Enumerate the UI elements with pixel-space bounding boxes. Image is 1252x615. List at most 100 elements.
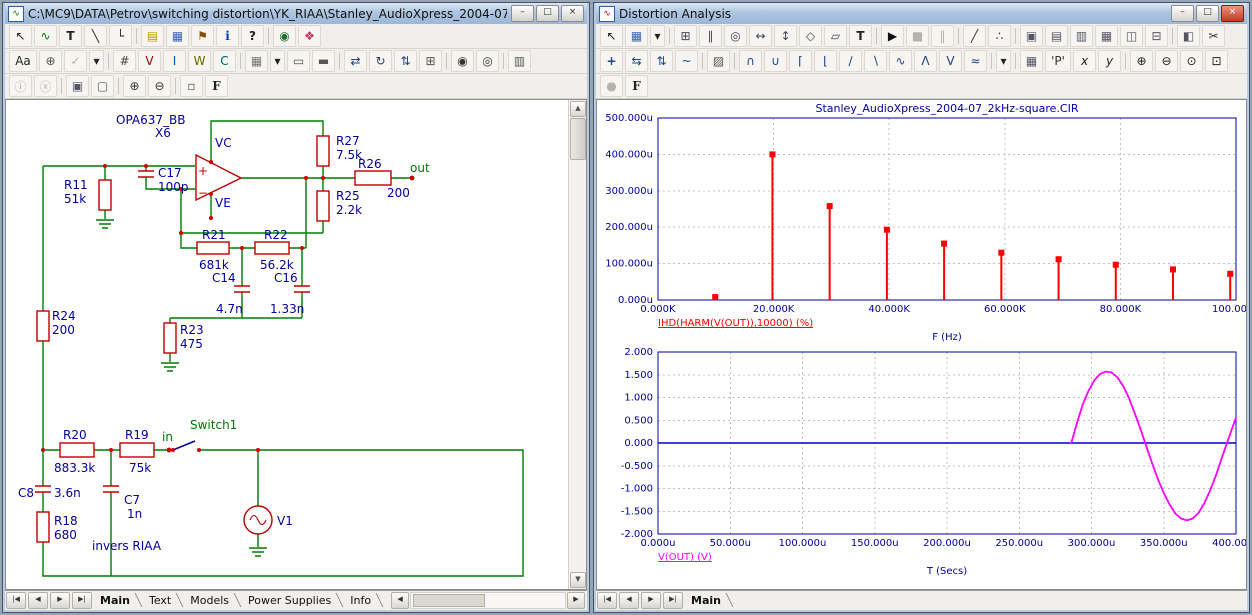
tab-nav-button-2[interactable]: ▶ [641, 592, 661, 609]
part-labels[interactable]: OPA637_BB X6 VC VE + − R27 7.5k R26 200 … [18, 113, 430, 553]
node-numbers-icon[interactable]: # [113, 50, 136, 72]
split-vertical-icon[interactable]: ⊟ [1145, 25, 1168, 47]
help-mode-icon[interactable]: ? [241, 25, 264, 47]
step-region-icon[interactable]: ⊞ [419, 50, 442, 72]
new-page-icon[interactable]: ▢ [91, 75, 114, 97]
rise-icon[interactable]: ∕ [839, 50, 862, 72]
inflection-icon[interactable]: ∿ [889, 50, 912, 72]
capacitor-C7[interactable] [103, 486, 119, 492]
zoom-auto-icon[interactable]: ⊙ [1180, 50, 1203, 72]
tab-nav-button-0[interactable]: |◀ [597, 592, 617, 609]
schematic-titlebar[interactable]: ∿ C:\MC9\DATA\Petrov\switching distortio… [5, 3, 587, 24]
comment-icon[interactable]: ▤ [141, 25, 164, 47]
plot-properties-icon[interactable]: ▣ [1020, 25, 1043, 47]
capacitor-C17[interactable] [138, 171, 154, 177]
currents-icon[interactable]: I [163, 50, 186, 72]
stop-circle-icon[interactable]: ● [600, 75, 623, 97]
pin-attributes-icon[interactable]: ⊕ [39, 50, 62, 72]
low-icon[interactable]: ⌊ [814, 50, 837, 72]
restore-button[interactable]: □ [1196, 5, 1219, 22]
capacitor-C14[interactable] [234, 286, 250, 292]
waveform-plot-area[interactable]: 0.000K20.000K40.000K60.000K80.000K100.00… [596, 99, 1247, 590]
tab-power-supplies[interactable]: Power Supplies [241, 591, 343, 610]
peak-icon[interactable]: ∩ [739, 50, 762, 72]
restore-button[interactable]: □ [536, 5, 559, 22]
resistor-R22[interactable] [255, 242, 289, 254]
period-icon[interactable]: ≈ [964, 50, 987, 72]
tag-vertical-icon[interactable]: ⇅ [650, 50, 673, 72]
info-page-icon[interactable]: ⓘ [9, 75, 32, 97]
tab-text[interactable]: Text [142, 591, 183, 610]
graph-object-icon[interactable]: ▦ [166, 25, 189, 47]
ortho-wire-icon[interactable]: └ [109, 25, 132, 47]
find-icon[interactable]: ◉ [451, 50, 474, 72]
analysis-titlebar[interactable]: ∿ Distortion Analysis – □ × [596, 3, 1247, 24]
node-voltages-icon[interactable]: V [138, 50, 161, 72]
point-tag-icon[interactable]: ◎ [724, 25, 747, 47]
global-high-icon[interactable]: Λ [914, 50, 937, 72]
checker-icon[interactable]: ▨ [707, 50, 730, 72]
wire-mode-icon[interactable]: ∿ [34, 25, 57, 47]
scroll-up-button[interactable]: ▲ [570, 101, 586, 117]
font-attributes-icon[interactable]: Aa [9, 50, 37, 72]
rotate-icon[interactable]: ↻ [369, 50, 392, 72]
picture-icon[interactable]: ❖ [298, 25, 321, 47]
cursor-mode-icon[interactable]: ∥ [699, 25, 722, 47]
zoom-out-icon[interactable]: ⊖ [1155, 50, 1178, 72]
text-mode-icon[interactable]: T [849, 25, 872, 47]
mirror-horizontal-icon[interactable]: ⇄ [344, 50, 367, 72]
minimize-button[interactable]: – [1171, 5, 1194, 22]
numeric-output-icon[interactable]: ▥ [1070, 25, 1093, 47]
wires[interactable] [43, 121, 523, 576]
resistor-R18[interactable] [37, 512, 49, 542]
zoom-out-icon[interactable]: ⊖ [148, 75, 171, 97]
resistor-R24[interactable] [37, 311, 49, 341]
grid-dropdown-icon[interactable]: ▾ [270, 50, 285, 72]
flag-icon[interactable]: ⚑ [191, 25, 214, 47]
tab-models[interactable]: Models [183, 591, 241, 610]
tab-main[interactable]: Main [93, 591, 142, 610]
stop-icon[interactable]: ■ [906, 25, 929, 47]
horizontal-scroll-track[interactable] [410, 592, 566, 609]
border-icon[interactable]: ▭ [287, 50, 310, 72]
resistor-R20[interactable] [60, 443, 94, 457]
font-icon[interactable]: F [205, 75, 228, 97]
high-icon[interactable]: ⌈ [789, 50, 812, 72]
performance-tag-icon[interactable]: ◇ [799, 25, 822, 47]
resistor-R26[interactable] [355, 171, 391, 185]
split-view-icon[interactable]: ▥ [508, 50, 531, 72]
graph-dropdown-icon[interactable]: ▾ [650, 25, 665, 47]
powers-icon[interactable]: W [188, 50, 211, 72]
switch-blade[interactable] [173, 441, 195, 450]
scroll-right-button[interactable]: ▶ [567, 592, 585, 609]
title-block-icon[interactable]: ▬ [312, 50, 335, 72]
flip-vertical-icon[interactable]: ⇅ [394, 50, 417, 72]
close-button[interactable]: × [561, 5, 584, 22]
add-grid-icon[interactable]: ▤ [1045, 25, 1068, 47]
pause-icon[interactable]: ‖ [931, 25, 954, 47]
global-low-icon[interactable]: V [939, 50, 962, 72]
conditions-icon[interactable]: C [213, 50, 236, 72]
select-mode-icon[interactable]: ↖ [9, 25, 32, 47]
resistor-R11[interactable] [99, 180, 111, 210]
numeric-grid-icon[interactable]: ▦ [1020, 50, 1043, 72]
panel-icon[interactable]: ◧ [1177, 25, 1200, 47]
select-mode-icon[interactable]: ↖ [600, 25, 623, 47]
properties-dropdown-icon[interactable]: ▾ [996, 50, 1011, 72]
clip-mode-icon[interactable]: ✂ [1202, 25, 1225, 47]
performance-icon[interactable]: 'P' [1045, 50, 1071, 72]
split-horizontal-icon[interactable]: ◫ [1120, 25, 1143, 47]
branch-label-icon[interactable]: ~ [675, 50, 698, 72]
find-part-icon[interactable]: ◉ [273, 25, 296, 47]
tab-nav-button-0[interactable]: |◀ [6, 592, 26, 609]
zoom-in-icon[interactable]: ⊕ [123, 75, 146, 97]
close-button[interactable]: × [1221, 5, 1244, 22]
tab-nav-button-2[interactable]: ▶ [50, 592, 70, 609]
tab-info[interactable]: Info [343, 591, 383, 610]
tab-nav-button-1[interactable]: ◀ [619, 592, 639, 609]
minimize-button[interactable]: – [511, 5, 534, 22]
slope-icon[interactable]: ╱ [963, 25, 986, 47]
tag-horizontal-icon[interactable]: ⇆ [625, 50, 648, 72]
resistor-R19[interactable] [120, 443, 154, 457]
find-next-icon[interactable]: ◎ [476, 50, 499, 72]
